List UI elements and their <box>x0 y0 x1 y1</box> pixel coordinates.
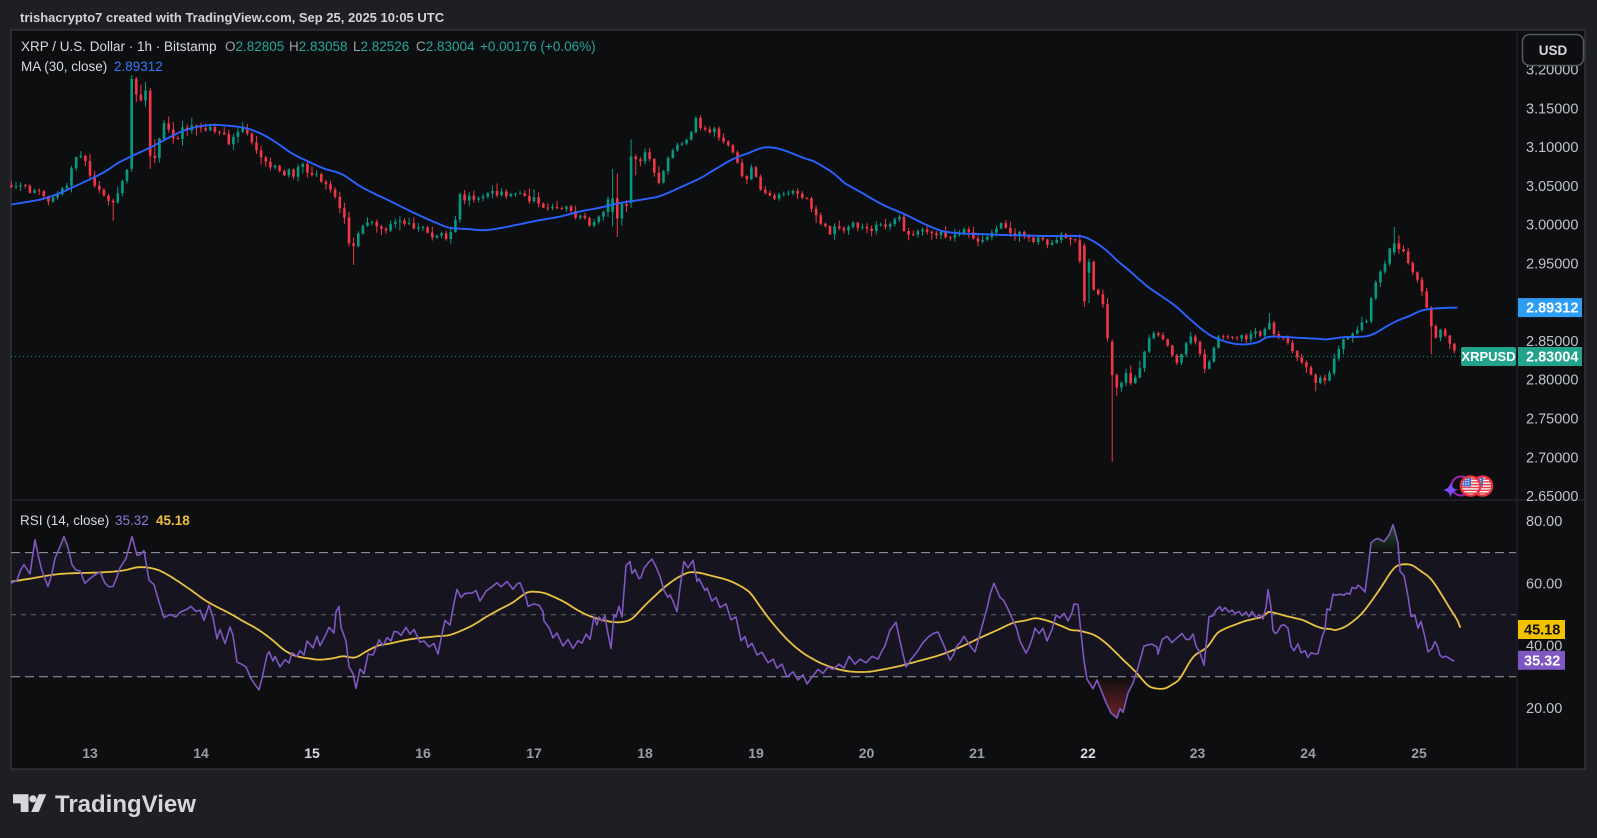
svg-text:17: 17 <box>526 745 542 761</box>
svg-text:19: 19 <box>748 745 764 761</box>
svg-text:XRP / U.S. Dollar · 1h · Bitst: XRP / U.S. Dollar · 1h · Bitstamp <box>21 39 217 54</box>
svg-text:35.32: 35.32 <box>115 513 149 528</box>
svg-text:L2.82526: L2.82526 <box>353 39 409 54</box>
svg-text:18: 18 <box>637 745 653 761</box>
svg-text:RSI (14, close): RSI (14, close) <box>20 513 109 528</box>
svg-text:USD: USD <box>1539 43 1568 58</box>
svg-text:20.00: 20.00 <box>1526 701 1562 717</box>
svg-text:22: 22 <box>1080 745 1096 761</box>
svg-text:2.80000: 2.80000 <box>1526 373 1578 389</box>
svg-text:25: 25 <box>1411 745 1427 761</box>
svg-text:35.32: 35.32 <box>1524 653 1560 669</box>
svg-text:H2.83058: H2.83058 <box>289 39 348 54</box>
svg-text:21: 21 <box>969 745 985 761</box>
svg-text:13: 13 <box>82 745 98 761</box>
svg-text:3.15000: 3.15000 <box>1526 101 1578 117</box>
svg-text:45.18: 45.18 <box>156 513 190 528</box>
svg-text:+0.00176 (+0.06%): +0.00176 (+0.06%) <box>480 39 596 54</box>
svg-text:2.70000: 2.70000 <box>1526 450 1578 466</box>
svg-text:trishacrypto7 created with Tra: trishacrypto7 created with TradingView.c… <box>20 10 445 25</box>
svg-text:2.89312: 2.89312 <box>114 59 163 74</box>
svg-text:2.65000: 2.65000 <box>1526 489 1578 505</box>
svg-text:3.10000: 3.10000 <box>1526 140 1578 156</box>
svg-text:C2.83004: C2.83004 <box>416 39 475 54</box>
svg-text:16: 16 <box>415 745 431 761</box>
svg-text:60.00: 60.00 <box>1526 576 1562 592</box>
svg-text:2.83004: 2.83004 <box>1526 350 1578 366</box>
svg-text:2.95000: 2.95000 <box>1526 256 1578 272</box>
svg-text:2.89312: 2.89312 <box>1526 301 1578 317</box>
svg-text:2.75000: 2.75000 <box>1526 412 1578 428</box>
svg-text:XRPUSD: XRPUSD <box>1461 349 1515 364</box>
svg-text:3.05000: 3.05000 <box>1526 179 1578 195</box>
svg-text:24: 24 <box>1300 745 1316 761</box>
svg-text:3.00000: 3.00000 <box>1526 218 1578 234</box>
svg-text:80.00: 80.00 <box>1526 514 1562 530</box>
svg-text:O2.82805: O2.82805 <box>225 39 284 54</box>
svg-text:14: 14 <box>193 745 209 761</box>
svg-text:15: 15 <box>304 745 320 761</box>
svg-text:MA (30, close): MA (30, close) <box>21 59 107 74</box>
svg-text:TradingView: TradingView <box>55 791 196 818</box>
svg-text:20: 20 <box>859 745 875 761</box>
svg-text:45.18: 45.18 <box>1524 623 1560 639</box>
svg-text:23: 23 <box>1190 745 1206 761</box>
